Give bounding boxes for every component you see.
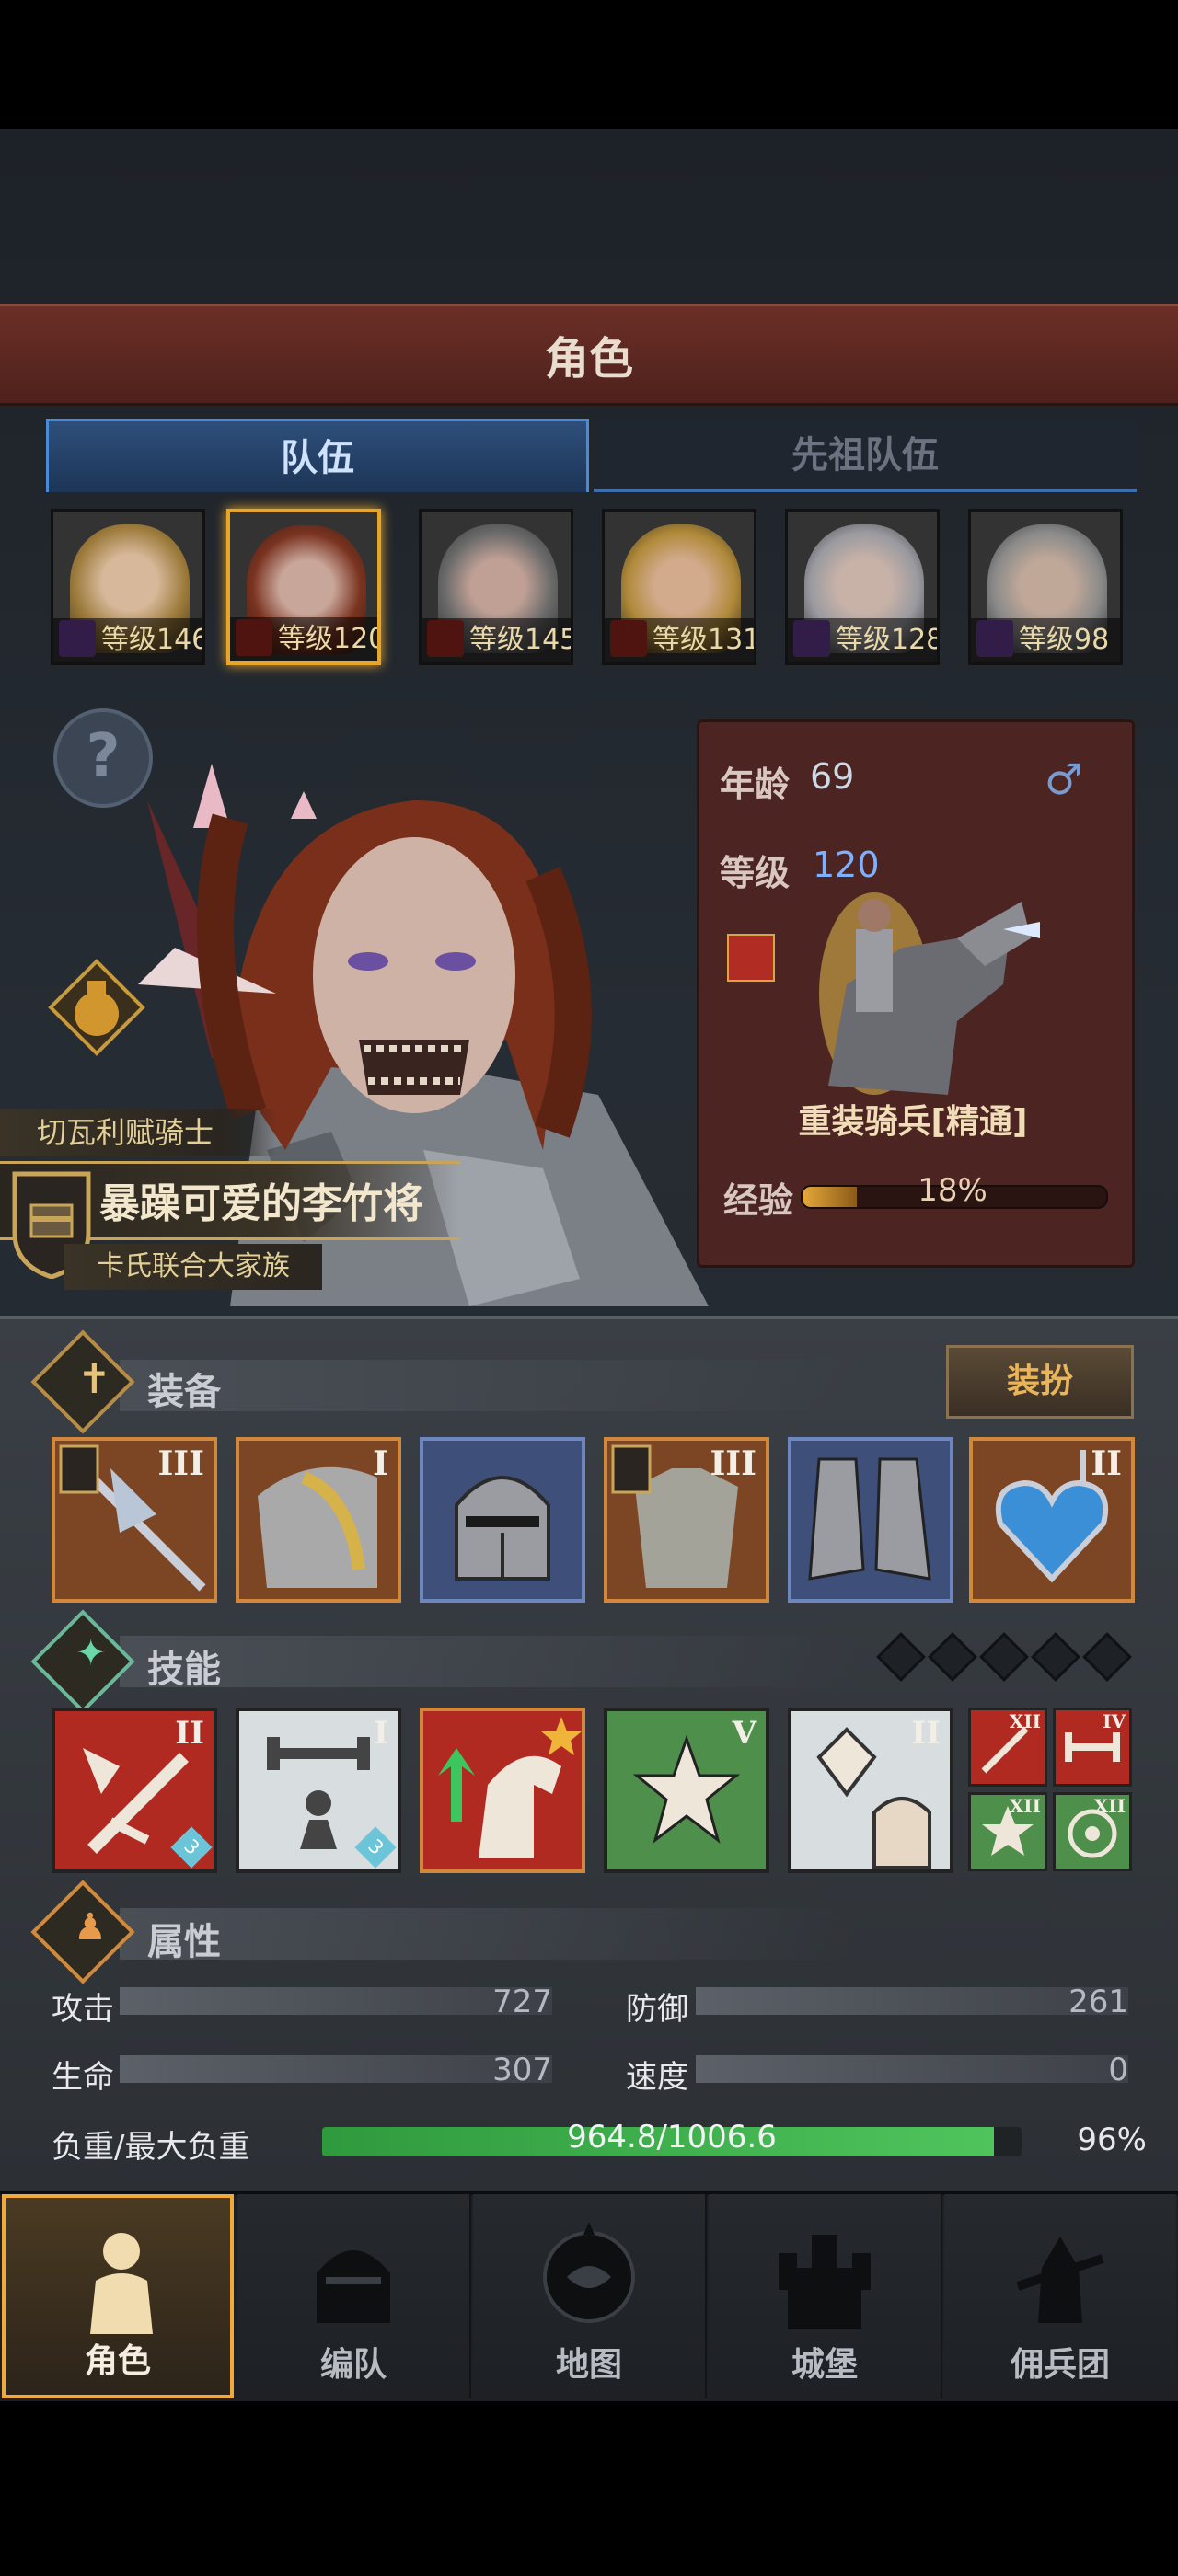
skill-slot-3[interactable] — [420, 1708, 585, 1873]
nav-mercenary[interactable]: 佣兵团 — [944, 2194, 1176, 2398]
rank-label: II — [175, 1715, 204, 1752]
passive-skill-4[interactable]: XII — [1053, 1792, 1132, 1871]
rank-label: XII — [1009, 1795, 1041, 1817]
nav-label: 地图 — [555, 2346, 622, 2384]
speed-label: 速度 — [626, 2059, 688, 2096]
defense-value: 261 — [1068, 1984, 1128, 2020]
castle-icon — [779, 2235, 871, 2329]
hp-value: 307 — [492, 2052, 552, 2088]
section-divider — [120, 1908, 856, 1960]
cavalry-class-icon — [727, 934, 775, 982]
character-name[interactable]: 暴躁可爱的李竹将 — [99, 1170, 423, 1229]
equip-slot-amulet[interactable]: II — [969, 1437, 1135, 1603]
unit-type: 重装骑兵[精通] — [798, 1103, 1028, 1141]
horse-charge-icon — [438, 1717, 582, 1858]
tab-team[interactable]: 队伍 — [46, 419, 589, 492]
star-icon: ✦ — [75, 1632, 107, 1674]
exp-label: 经验 — [723, 1180, 794, 1221]
speed-value: 0 — [1108, 2052, 1128, 2088]
mercenary-icon — [1016, 2237, 1104, 2323]
unit-art — [819, 892, 1040, 1095]
level-label: 等级146 — [53, 618, 202, 662]
roster-character-6[interactable]: 等级98 — [968, 509, 1123, 665]
rank-label: III — [157, 1444, 204, 1483]
nav-map[interactable]: 地图 — [473, 2194, 707, 2398]
knight-icon — [90, 2233, 153, 2334]
rank-label: XII — [1093, 1795, 1126, 1817]
roster-character-4[interactable]: 等级131 — [602, 509, 756, 665]
compass-map-icon — [543, 2222, 635, 2323]
nav-castle[interactable]: 城堡 — [709, 2194, 942, 2398]
helmet-squad-icon — [317, 2250, 390, 2323]
level-label: 等级145 — [422, 618, 571, 662]
skill-slot-4[interactable]: V — [604, 1708, 769, 1873]
exp-fill — [803, 1187, 858, 1207]
tab-ancestor-team[interactable]: 先祖队伍 — [594, 419, 1137, 492]
rank-label: V — [732, 1715, 756, 1752]
nav-label: 角色 — [84, 2342, 151, 2380]
age-label: 年龄 — [720, 765, 791, 805]
status-area — [0, 0, 1178, 129]
nav-label: 城堡 — [791, 2346, 858, 2384]
rank-label: I — [374, 1715, 388, 1752]
nav-character[interactable]: 角色 — [2, 2194, 234, 2398]
potion-icon[interactable] — [46, 957, 147, 1058]
person-icon: ♟ — [74, 1906, 107, 1949]
skill-slot-2[interactable]: I 3 — [236, 1708, 401, 1873]
skill-slot-1[interactable]: II 3 — [52, 1708, 217, 1873]
level-label: 等级98 — [971, 618, 1120, 662]
equip-slot-weapon[interactable]: III — [52, 1437, 217, 1603]
section-divider — [120, 1360, 856, 1411]
attack-label: 攻击 — [52, 1991, 114, 2028]
load-percent: 96% — [1077, 2122, 1147, 2158]
system-bar-area — [0, 2401, 1178, 2576]
passive-skill-3[interactable]: XII — [968, 1792, 1047, 1871]
hp-label: 生命 — [52, 2059, 114, 2096]
age-value: 69 — [810, 756, 855, 797]
family-name[interactable]: 卡氏联合大家族 — [64, 1244, 322, 1290]
boots-icon — [808, 1457, 931, 1581]
male-icon: ♂ — [1045, 754, 1083, 804]
nav-squad[interactable]: 编队 — [237, 2194, 471, 2398]
rank-label: III — [710, 1444, 756, 1483]
exp-percent: 18% — [918, 1172, 987, 1209]
equip-slot-shoulder[interactable]: I — [236, 1437, 401, 1603]
load-label: 负重/最大负重 — [52, 2129, 250, 2166]
equip-slot-armor[interactable]: III — [604, 1437, 769, 1603]
equipment-title: 装备 — [147, 1371, 221, 1413]
load-value: 964.8/1006.6 — [567, 2119, 777, 2156]
section-divider — [120, 1636, 856, 1687]
skill-slot-5[interactable]: II — [788, 1708, 953, 1873]
rank-label: XII — [1009, 1710, 1041, 1732]
defense-label: 防御 — [626, 1991, 688, 2028]
roster-character-1[interactable]: 等级146 — [51, 509, 205, 665]
roster-character-5[interactable]: 等级128 — [785, 509, 940, 665]
passive-skill-2[interactable]: IV — [1053, 1708, 1132, 1787]
roster-character-2[interactable]: 等级120 — [226, 509, 381, 665]
helmet-icon — [455, 1476, 550, 1581]
equip-slot-boots[interactable] — [788, 1437, 953, 1603]
cross-icon: ✝ — [77, 1356, 111, 1403]
rank-label: II — [911, 1715, 941, 1752]
nav-label: 佣兵团 — [1010, 2346, 1110, 2384]
rank-label: I — [373, 1444, 388, 1483]
passive-skill-1[interactable]: XII — [968, 1708, 1047, 1787]
level-label: 等级120 — [230, 617, 377, 661]
page-title: 角色 — [544, 333, 633, 385]
skills-title: 技能 — [147, 1649, 221, 1691]
rank-label: IV — [1103, 1710, 1126, 1732]
level-label: 等级128 — [788, 618, 937, 662]
attack-value: 727 — [492, 1984, 552, 2020]
rank-label: II — [1091, 1444, 1122, 1483]
attributes-title: 属性 — [147, 1921, 221, 1963]
roster-character-3[interactable]: 等级145 — [419, 509, 573, 665]
character-title: 切瓦利赋骑士 — [0, 1109, 276, 1156]
dress-up-button[interactable]: 装扮 — [946, 1345, 1134, 1419]
nav-label: 编队 — [319, 2346, 387, 2384]
level-label: 等级131 — [605, 618, 754, 662]
equip-slot-helmet[interactable] — [420, 1437, 585, 1603]
